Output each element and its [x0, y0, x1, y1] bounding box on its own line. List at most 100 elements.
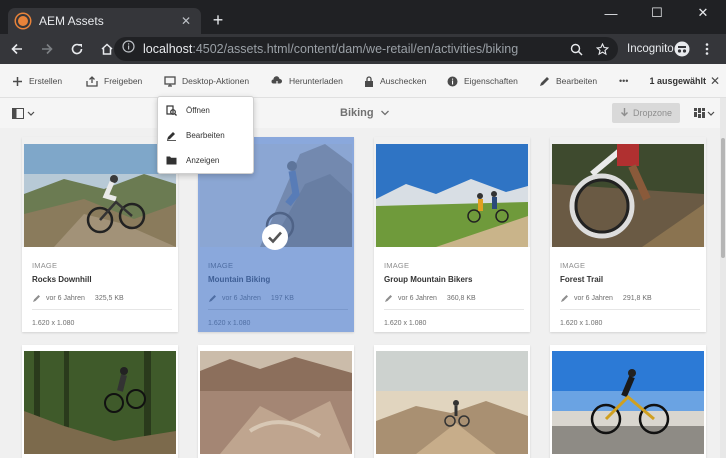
- minimize-icon[interactable]: —: [588, 0, 634, 26]
- browser-window: AEM Assets ✕ + — ☐ ✕ localhost:4502/asse…: [0, 0, 726, 458]
- divider: [560, 309, 700, 310]
- view-switcher-icon[interactable]: [694, 107, 716, 125]
- asset-thumbnail: [24, 351, 176, 454]
- download-button[interactable]: Herunterladen: [271, 64, 343, 98]
- asset-title: Rocks Downhill: [32, 275, 92, 284]
- menu-item-edit[interactable]: Bearbeiten: [158, 124, 255, 146]
- menu-item-reveal[interactable]: Anzeigen: [158, 149, 255, 171]
- monitor-icon: [164, 75, 176, 87]
- asset-dimensions: 1.620 x 1.080: [32, 320, 75, 327]
- browser-tab[interactable]: AEM Assets ✕: [8, 8, 201, 34]
- checkout-label: Auschecken: [380, 76, 427, 86]
- pencil-icon: [209, 295, 216, 302]
- site-info-icon[interactable]: [122, 40, 135, 58]
- forward-icon[interactable]: [34, 36, 60, 62]
- asset-size: 197 KB: [270, 295, 294, 302]
- info-icon: [447, 76, 458, 86]
- asset-type: IMAGE: [32, 261, 58, 270]
- deselect-close-icon[interactable]: ✕: [710, 64, 720, 98]
- asset-modified: vor 6 Jahren: [398, 295, 437, 302]
- share-icon: [86, 75, 98, 87]
- scrollbar-thumb[interactable]: [721, 138, 725, 258]
- asset-size: 360,8 KB: [446, 295, 476, 302]
- desktop-actions-button[interactable]: Desktop-Aktionen: [164, 64, 249, 98]
- window-close-icon[interactable]: ✕: [680, 0, 726, 26]
- asset-size: 325,5 KB: [94, 295, 124, 302]
- asset-thumbnail: [376, 351, 528, 454]
- asset-card[interactable]: [374, 345, 530, 458]
- menu-item-open[interactable]: Öffnen: [158, 99, 255, 121]
- asset-title: Forest Trail: [560, 275, 604, 284]
- asset-dimensions: 1.620 x 1.080: [560, 320, 603, 327]
- dropzone-label: Dropzone: [632, 108, 673, 118]
- page-scrollbar[interactable]: [720, 98, 726, 458]
- incognito-icon[interactable]: [674, 34, 690, 64]
- menu-item-label: Öffnen: [186, 105, 210, 115]
- menu-item-label: Bearbeiten: [186, 130, 225, 140]
- tab-close-icon[interactable]: ✕: [179, 14, 193, 28]
- selected-count: 1 ausgewählt: [649, 76, 706, 86]
- incognito-label: Incognito: [627, 43, 674, 55]
- address-bar[interactable]: localhost:4502/assets.html/content/dam/w…: [114, 37, 618, 61]
- asset-modified: vor 6 Jahren: [46, 295, 85, 302]
- open-icon: [166, 104, 177, 116]
- back-icon[interactable]: [4, 36, 30, 62]
- properties-button[interactable]: Eigenschaften: [447, 64, 518, 98]
- asset-grid: IMAGE Rocks Downhill vor 6 Jahren 325,5 …: [0, 128, 720, 458]
- download-label: Herunterladen: [289, 76, 343, 86]
- asset-card[interactable]: IMAGE Forest Trail vor 6 Jahren 291,8 KB…: [550, 137, 706, 332]
- tab-strip: AEM Assets ✕ + — ☐ ✕: [0, 0, 726, 34]
- edit-button[interactable]: Bearbeiten: [539, 64, 597, 98]
- divider: [384, 309, 524, 310]
- asset-type: IMAGE: [560, 261, 586, 270]
- reload-icon[interactable]: [64, 36, 90, 62]
- browser-toolbar: localhost:4502/assets.html/content/dam/w…: [0, 34, 726, 64]
- maximize-icon[interactable]: ☐: [634, 0, 680, 26]
- browser-menu-icon[interactable]: [704, 34, 710, 64]
- asset-card[interactable]: IMAGE Rocks Downhill vor 6 Jahren 325,5 …: [22, 137, 178, 332]
- asset-title: Group Mountain Bikers: [384, 275, 473, 284]
- pencil-icon: [385, 295, 392, 302]
- asset-modified: vor 6 Jahren: [222, 295, 261, 302]
- create-label: Erstellen: [29, 76, 63, 86]
- chevron-down-icon: [380, 110, 389, 116]
- breadcrumb-title: Biking: [340, 107, 374, 119]
- menu-item-label: Anzeigen: [186, 155, 220, 165]
- new-tab-icon[interactable]: +: [208, 9, 228, 31]
- asset-size: 291,8 KB: [622, 295, 652, 302]
- thumbnail-frame: [22, 137, 178, 247]
- content-header-bar: Biking Dropzone: [0, 98, 726, 128]
- asset-title: Mountain Biking: [208, 275, 271, 284]
- asset-thumbnail: [552, 144, 704, 247]
- asset-thumbnail: [376, 144, 528, 247]
- folder-icon: [166, 156, 177, 165]
- url-text: localhost:4502/assets.html/content/dam/w…: [143, 42, 518, 56]
- asset-type: IMAGE: [384, 261, 410, 270]
- share-button[interactable]: Freigeben: [86, 64, 142, 98]
- cloud-download-icon: [271, 75, 283, 87]
- rail-toggle-icon[interactable]: [12, 107, 36, 125]
- share-label: Freigeben: [104, 76, 143, 86]
- bookmark-star-icon[interactable]: [596, 34, 609, 64]
- pencil-icon: [33, 295, 40, 302]
- divider: [32, 309, 172, 310]
- create-button[interactable]: Erstellen: [12, 64, 62, 98]
- breadcrumb[interactable]: Biking: [340, 98, 390, 128]
- asset-card[interactable]: [550, 345, 706, 458]
- desktop-actions-label: Desktop-Aktionen: [182, 76, 250, 86]
- dropzone-button[interactable]: Dropzone: [612, 103, 680, 123]
- asset-thumbnail: [552, 351, 704, 454]
- asset-type: IMAGE: [208, 261, 234, 270]
- zoom-search-icon[interactable]: [570, 34, 583, 64]
- checkout-button[interactable]: Auschecken: [364, 64, 426, 98]
- thumbnail-frame: [550, 137, 706, 247]
- divider: [208, 309, 348, 310]
- more-actions-button[interactable]: •••: [619, 64, 628, 98]
- pencil-icon: [540, 76, 549, 86]
- plus-icon: [13, 76, 22, 86]
- asset-card[interactable]: [22, 345, 178, 458]
- asset-card[interactable]: IMAGE Group Mountain Bikers vor 6 Jahren…: [374, 137, 530, 332]
- asset-card[interactable]: [198, 345, 354, 458]
- checkmark-icon[interactable]: [262, 224, 288, 250]
- thumbnail-frame: [374, 137, 530, 247]
